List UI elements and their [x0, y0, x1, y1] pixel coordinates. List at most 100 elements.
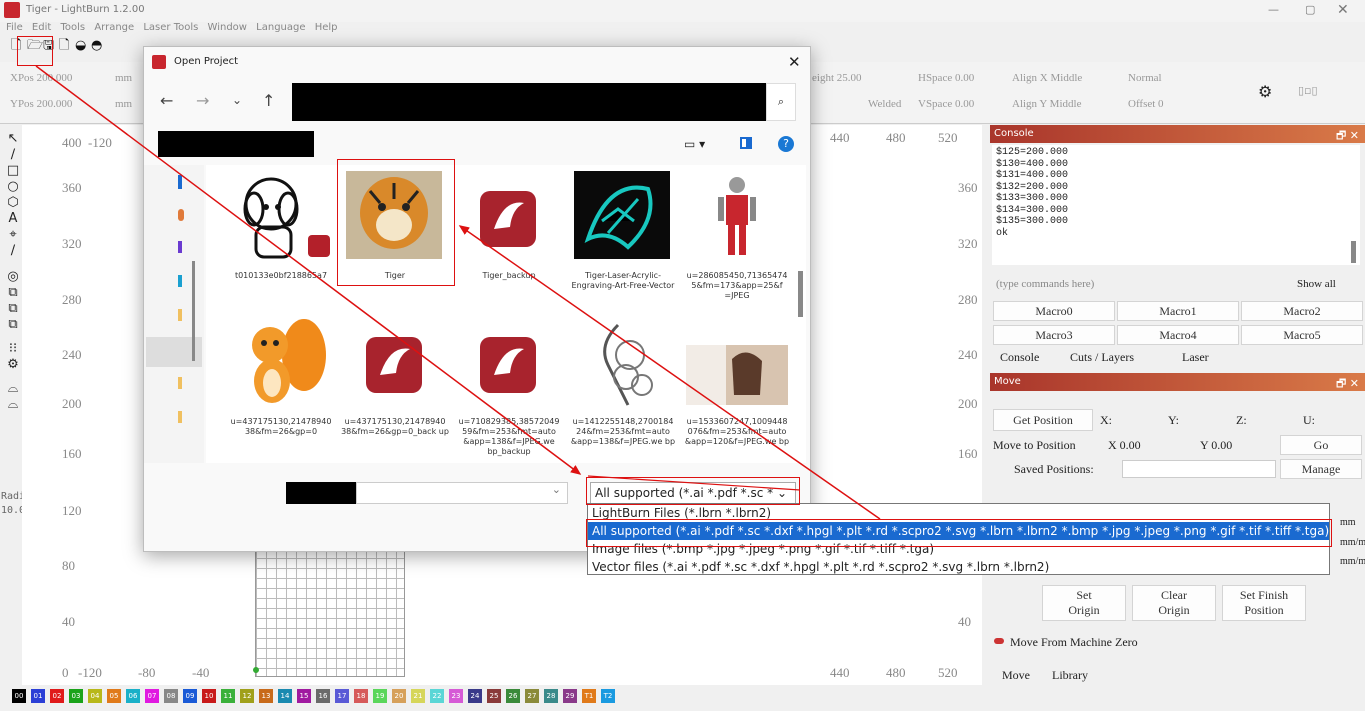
- layer-color-swatch[interactable]: 04: [88, 689, 102, 703]
- maximize-button[interactable]: ▢: [1305, 3, 1315, 16]
- menu-edit[interactable]: Edit: [32, 22, 51, 33]
- tab-laser[interactable]: Laser: [1182, 350, 1209, 365]
- layer-color-swatch[interactable]: 01: [31, 689, 45, 703]
- console-close-icon[interactable]: 🗗 ✕: [1336, 127, 1359, 146]
- file-name[interactable]: u=286085450,71365474 5&fm=173&app=25&f =…: [680, 271, 794, 301]
- layer-color-swatch[interactable]: 00: [12, 689, 26, 703]
- navigation-pane[interactable]: [144, 165, 204, 463]
- layer-color-swatch[interactable]: 27: [525, 689, 539, 703]
- tab-cuts-layers[interactable]: Cuts / Layers: [1070, 350, 1134, 365]
- move-from-zero-toggle-icon[interactable]: [994, 638, 1004, 644]
- file-name[interactable]: u=710829385,38572049 59&fm=253&fmt=auto …: [452, 417, 566, 457]
- console-command-input[interactable]: (type commands here): [996, 278, 1094, 290]
- polygon-icon[interactable]: ⬡: [4, 195, 22, 211]
- layer-color-swatch[interactable]: 12: [240, 689, 254, 703]
- forward-icon[interactable]: →: [196, 91, 209, 110]
- normal-select[interactable]: Normal: [1128, 72, 1162, 84]
- boolean-subtract-icon[interactable]: ⧉: [4, 301, 22, 317]
- layer-color-swatch[interactable]: 19: [373, 689, 387, 703]
- file-name[interactable]: t010133e0bf218865a7: [224, 271, 338, 281]
- new-file-icon[interactable]: 🗋: [11, 38, 25, 54]
- show-all-toggle[interactable]: Show all: [1297, 278, 1336, 290]
- file-type-option-selected[interactable]: All supported (*.ai *.pdf *.sc *.dxf *.h…: [588, 522, 1329, 540]
- folder-icon[interactable]: [178, 175, 182, 189]
- welded-toggle[interactable]: Welded: [868, 98, 901, 110]
- file-thumbnail[interactable]: [340, 315, 450, 411]
- refresh-search-box[interactable]: ⌕: [766, 83, 796, 121]
- file-name-input-rest[interactable]: ⌄: [356, 482, 568, 504]
- menu-laser-tools[interactable]: Laser Tools: [143, 22, 198, 33]
- file-thumbnail[interactable]: [454, 315, 564, 411]
- file-name[interactable]: u=437175130,21478940 38&fm=26&gp=0: [224, 417, 338, 437]
- file-thumbnail[interactable]: [568, 169, 678, 265]
- offset-field[interactable]: Offset 0: [1128, 98, 1164, 110]
- dialog-close-button[interactable]: ✕: [788, 53, 801, 71]
- menu-window[interactable]: Window: [208, 22, 247, 33]
- layer-color-swatch[interactable]: 05: [107, 689, 121, 703]
- layer-color-swatch[interactable]: 29: [563, 689, 577, 703]
- vspace-field[interactable]: VSpace 0.00: [918, 98, 974, 110]
- file-thumbnail[interactable]: [682, 315, 792, 411]
- measure-icon[interactable]: ∕: [4, 243, 22, 259]
- menu-help[interactable]: Help: [315, 22, 338, 33]
- macro-5-button[interactable]: Macro5: [1241, 325, 1363, 345]
- chevron-down-icon[interactable]: ⌄: [232, 93, 242, 107]
- layer-color-swatch[interactable]: 15: [297, 689, 311, 703]
- layer-color-swatch[interactable]: 16: [316, 689, 330, 703]
- ellipse-icon[interactable]: ○: [4, 179, 22, 195]
- menu-arrange[interactable]: Arrange: [94, 22, 134, 33]
- console-scrollbar[interactable]: [1351, 241, 1356, 263]
- redo-icon[interactable]: ◓: [91, 38, 105, 54]
- file-thumbnail[interactable]: [568, 315, 678, 411]
- layer-color-swatch[interactable]: 24: [468, 689, 482, 703]
- align-y-select[interactable]: Align Y Middle: [1012, 98, 1081, 110]
- tab-console[interactable]: Console: [1000, 350, 1039, 365]
- file-name[interactable]: u=1412255148,2700184 24&fm=253&fmt=auto …: [566, 417, 680, 447]
- layer-color-swatch[interactable]: 22: [430, 689, 444, 703]
- select-icon[interactable]: ↖: [4, 131, 22, 147]
- move-x-field[interactable]: X 0.00: [1108, 438, 1141, 453]
- ypos-field[interactable]: YPos 200.000: [10, 98, 72, 110]
- layer-color-swatch[interactable]: T1: [582, 689, 596, 703]
- breadcrumb-bar[interactable]: [158, 131, 314, 157]
- file-type-option[interactable]: Image files (*.bmp *.jpg *.jpeg *.png *.…: [588, 540, 1329, 558]
- macro-4-button[interactable]: Macro4: [1117, 325, 1239, 345]
- layer-color-swatch[interactable]: 11: [221, 689, 235, 703]
- macro-3-button[interactable]: Macro3: [993, 325, 1115, 345]
- layer-color-swatch[interactable]: 20: [392, 689, 406, 703]
- save-icon[interactable]: 🖫: [43, 38, 57, 54]
- file-thumbnail[interactable]: [226, 315, 336, 411]
- group-icon[interactable]: ▯▫▯: [1298, 84, 1318, 97]
- file-type-option[interactable]: Vector files (*.ai *.pdf *.sc *.dxf *.hp…: [588, 558, 1329, 576]
- menu-tools[interactable]: Tools: [60, 22, 85, 33]
- preview-pane-icon[interactable]: [740, 137, 752, 149]
- saved-positions-select[interactable]: [1122, 460, 1276, 478]
- macro-1-button[interactable]: Macro1: [1117, 301, 1239, 321]
- file-type-dropdown[interactable]: LightBurn Files (*.lbrn *.lbrn2) All sup…: [587, 503, 1330, 575]
- set-finish-position-button[interactable]: Set Finish Position: [1222, 585, 1306, 621]
- text-icon[interactable]: A: [4, 211, 22, 227]
- layer-color-swatch[interactable]: 06: [126, 689, 140, 703]
- layer-color-swatch[interactable]: 09: [183, 689, 197, 703]
- file-thumbnail[interactable]: [682, 169, 792, 265]
- layer-color-swatch[interactable]: 02: [50, 689, 64, 703]
- folder-icon[interactable]: [178, 241, 182, 253]
- menu-file[interactable]: File: [6, 22, 23, 33]
- set-origin-button[interactable]: Set Origin: [1042, 585, 1126, 621]
- position-icon[interactable]: ⌖: [4, 227, 22, 243]
- get-position-button[interactable]: Get Position: [993, 409, 1093, 431]
- close-button[interactable]: ✕: [1337, 2, 1349, 18]
- layer-color-swatch[interactable]: 18: [354, 689, 368, 703]
- file-name[interactable]: Tiger: [338, 271, 452, 281]
- minimize-button[interactable]: —: [1268, 3, 1279, 16]
- layer-color-swatch[interactable]: 26: [506, 689, 520, 703]
- layer-color-swatch[interactable]: 07: [145, 689, 159, 703]
- folder-icon[interactable]: [178, 411, 182, 423]
- macro-0-button[interactable]: Macro0: [993, 301, 1115, 321]
- align-x-select[interactable]: Align X Middle: [1012, 72, 1082, 84]
- xpos-field[interactable]: XPos 200.000: [10, 72, 72, 84]
- file-grid-scrollbar[interactable]: [798, 271, 803, 317]
- undo-icon[interactable]: ◒: [75, 38, 89, 54]
- boolean-intersect-icon[interactable]: ⧉: [4, 317, 22, 333]
- boolean-union-icon[interactable]: ⧉: [4, 285, 22, 301]
